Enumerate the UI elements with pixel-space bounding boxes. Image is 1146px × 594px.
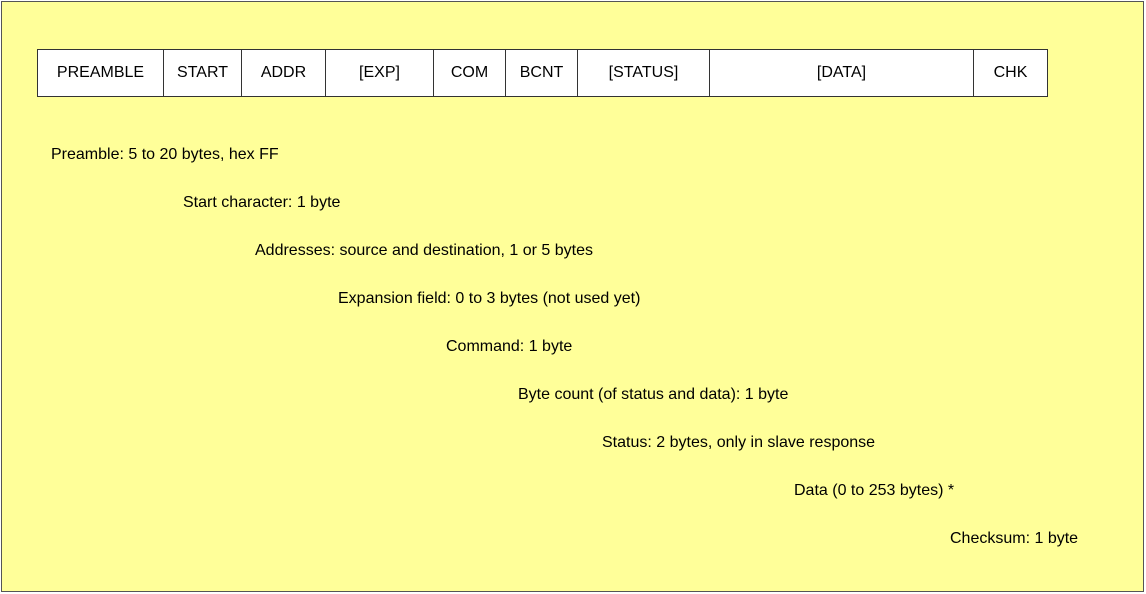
field-description: Data (0 to 253 bytes) * — [794, 482, 955, 499]
field-cell-preamble: PREAMBLE — [37, 49, 164, 97]
field-description: Checksum: 1 byte — [950, 530, 1079, 547]
field-cell-exp: [EXP] — [325, 49, 434, 97]
field-description: Byte count (of status and data): 1 byte — [518, 386, 789, 403]
field-cell-com: COM — [433, 49, 506, 97]
field-description: Status: 2 bytes, only in slave response — [602, 434, 876, 451]
field-description: Command: 1 byte — [446, 338, 573, 355]
field-description: Expansion field: 0 to 3 bytes (not used … — [338, 290, 641, 307]
field-description: Preamble: 5 to 20 bytes, hex FF — [51, 146, 279, 163]
field-cell-status: [STATUS] — [577, 49, 710, 97]
field-cell-start: START — [163, 49, 242, 97]
field-description: Start character: 1 byte — [183, 194, 341, 211]
field-description: Addresses: source and destination, 1 or … — [255, 242, 593, 259]
field-cell-chk: CHK — [973, 49, 1048, 97]
field-cell-addr: ADDR — [241, 49, 326, 97]
field-cell-data: [DATA] — [709, 49, 974, 97]
field-cell-bcnt: BCNT — [505, 49, 578, 97]
